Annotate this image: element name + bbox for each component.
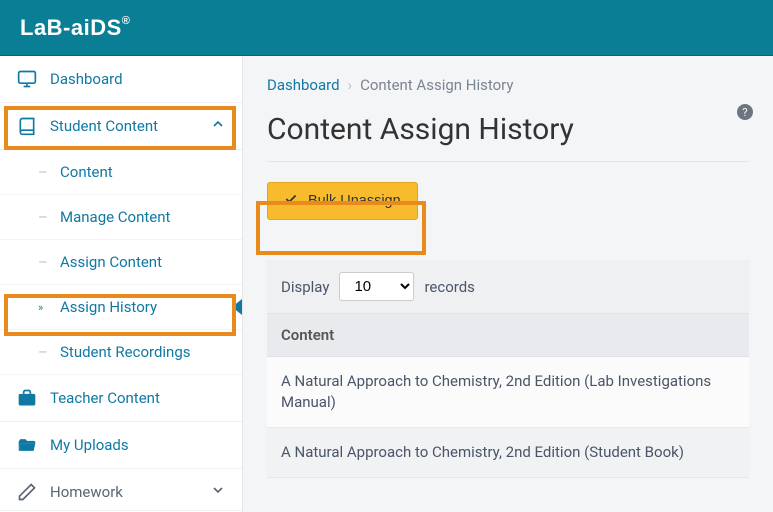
chevron-right-icon: »: [38, 301, 48, 314]
table-display-control: Display 10 records: [267, 260, 749, 314]
briefcase-icon: [16, 388, 38, 408]
sidebar-item-label: Content: [60, 163, 226, 181]
bulk-unassign-button[interactable]: Bulk Unassign: [267, 182, 418, 220]
chevron-up-icon: [210, 116, 226, 136]
help-icon[interactable]: ?: [737, 104, 753, 120]
brand-logo: LaB-aiDS®: [20, 15, 130, 41]
chevron-down-icon: [210, 482, 226, 502]
sidebar-item-homework[interactable]: Homework: [0, 469, 242, 511]
records-table: Display 10 records Content A Natural App…: [267, 260, 749, 478]
records-label: records: [424, 278, 474, 296]
breadcrumb-root[interactable]: Dashboard: [267, 76, 340, 94]
check-icon: [284, 192, 298, 210]
display-label: Display: [281, 278, 329, 296]
sidebar-item-label: Dashboard: [50, 70, 226, 88]
sidebar-item-label: Teacher Content: [50, 389, 226, 407]
page-title: Content Assign History: [267, 112, 574, 147]
sidebar-item-student-recordings[interactable]: – Student Recordings: [0, 330, 242, 375]
folder-open-icon: [16, 435, 38, 455]
sidebar-item-label: My Uploads: [50, 436, 226, 454]
dash-icon: –: [38, 208, 48, 226]
breadcrumb-current: Content Assign History: [360, 76, 513, 94]
content-area: Dashboard › Content Assign History Conte…: [243, 56, 773, 512]
sidebar-item-label: Manage Content: [60, 208, 226, 226]
sidebar-item-content[interactable]: – Content: [0, 150, 242, 195]
breadcrumb: Dashboard › Content Assign History: [267, 76, 749, 94]
page-size-select[interactable]: 10: [339, 272, 414, 301]
sidebar-item-assign-content[interactable]: – Assign Content: [0, 240, 242, 285]
sidebar-item-dashboard[interactable]: Dashboard: [0, 56, 242, 103]
sidebar-item-label: Assign History: [60, 298, 226, 316]
sidebar: Dashboard Student Content – Content: [0, 56, 243, 512]
topbar: LaB-aiDS®: [0, 0, 773, 56]
sidebar-item-manage-content[interactable]: – Manage Content: [0, 195, 242, 240]
button-label: Bulk Unassign: [308, 193, 401, 209]
sidebar-item-assign-history[interactable]: » Assign History: [0, 285, 242, 330]
dash-icon: –: [38, 163, 48, 181]
dash-icon: –: [38, 343, 48, 361]
sidebar-item-label: Student Recordings: [60, 343, 226, 361]
dash-icon: –: [38, 253, 48, 271]
sidebar-item-my-uploads[interactable]: My Uploads: [0, 422, 242, 469]
divider: [267, 161, 749, 162]
table-row[interactable]: A Natural Approach to Chemistry, 2nd Edi…: [267, 428, 749, 478]
sidebar-item-label: Assign Content: [60, 253, 226, 271]
chevron-right-icon: ›: [348, 76, 353, 94]
sidebar-item-student-content[interactable]: Student Content: [0, 103, 242, 150]
sidebar-item-label: Homework: [50, 483, 198, 501]
sidebar-item-teacher-content[interactable]: Teacher Content: [0, 375, 242, 422]
pencil-icon: [16, 482, 38, 502]
sidebar-item-label: Student Content: [50, 117, 198, 135]
book-icon: [16, 116, 38, 136]
table-row[interactable]: A Natural Approach to Chemistry, 2nd Edi…: [267, 357, 749, 428]
monitor-icon: [16, 69, 38, 89]
table-column-header: Content: [267, 314, 749, 357]
